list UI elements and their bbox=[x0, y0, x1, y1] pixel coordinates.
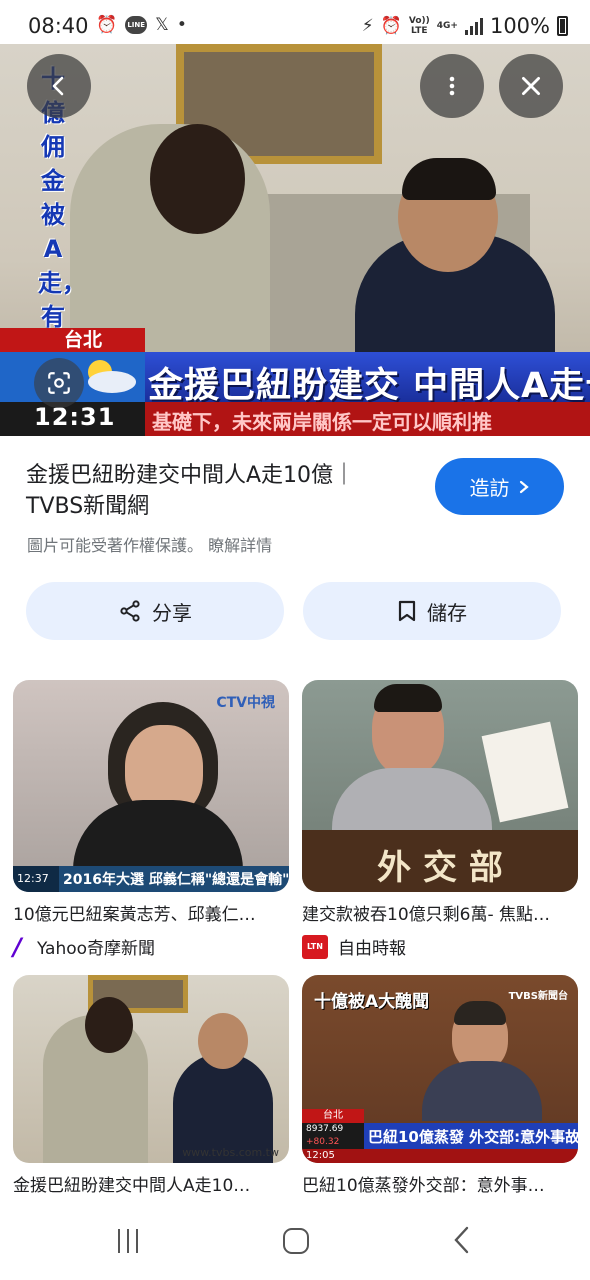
channel-watermark: TVBS新聞台 bbox=[508, 991, 568, 1002]
source-label: 自由時報 bbox=[338, 939, 406, 959]
lens-icon bbox=[48, 372, 70, 394]
share-icon bbox=[120, 600, 140, 622]
watermark: www.tvbs.com.tw bbox=[182, 1146, 279, 1159]
bookmark-icon bbox=[398, 600, 416, 622]
person-hair bbox=[454, 1001, 506, 1025]
visit-label: 造訪 bbox=[469, 476, 510, 500]
volte-indicator: Vo)) LTE bbox=[409, 16, 430, 36]
related-card-1[interactable]: CTV中視 12:37 2016年大選 邱義仁稱"總還是會輸" 10億元巴紐案黃… bbox=[13, 680, 289, 959]
index-box: 8937.69 +80.32 bbox=[302, 1123, 364, 1149]
document-paper bbox=[481, 721, 569, 823]
close-button[interactable] bbox=[499, 54, 563, 118]
share-button[interactable]: 分享 bbox=[26, 582, 284, 640]
person-right-head bbox=[198, 1013, 248, 1069]
recent-bar-1 bbox=[118, 1229, 120, 1253]
podium-sign: 外 交 部 bbox=[377, 848, 503, 888]
status-right-icons: ⚡ ⏰ Vo)) LTE 4G+ 100% bbox=[362, 14, 568, 38]
caption-bar: 12:37 2016年大選 邱義仁稱"總還是會輸" bbox=[13, 866, 289, 892]
related-card-4[interactable]: 十億被A大醜聞 TVBS新聞台 台北 8937.69 +80.32 巴紐10億蒸… bbox=[302, 975, 578, 1196]
podium: 外 交 部 bbox=[302, 830, 578, 892]
related-card-4-title[interactable]: 巴紐10億蒸發外交部：意外事… bbox=[302, 1171, 572, 1196]
alarm-icon-right: ⏰ bbox=[380, 16, 402, 36]
battery-percent: 100% bbox=[489, 14, 550, 38]
battery-icon bbox=[557, 16, 568, 36]
battery-saver-icon: ⚡ bbox=[361, 16, 374, 36]
share-label: 分享 bbox=[152, 600, 192, 625]
copyright-notice: 圖片可能受著作權保護。 瞭解詳情 bbox=[27, 532, 272, 556]
caption: 2016年大選 邱義仁稱"總還是會輸" bbox=[63, 872, 289, 888]
more-options-button[interactable] bbox=[420, 54, 484, 118]
back-button[interactable] bbox=[27, 54, 91, 118]
ticker-bar: 12:05 bbox=[302, 1149, 578, 1163]
related-card-2-title[interactable]: 建交款被吞10億只剩6萬- 焦點… bbox=[302, 900, 572, 925]
related-card-1-image[interactable]: CTV中視 12:37 2016年大選 邱義仁稱"總還是會輸" bbox=[13, 680, 289, 892]
copyright-text: 圖片可能受著作權保護。 bbox=[27, 536, 204, 555]
ltn-icon: LTN bbox=[302, 934, 328, 959]
clock: 12:37 bbox=[17, 872, 49, 885]
alarm-icon: ⏰ bbox=[96, 15, 118, 35]
related-card-3[interactable]: www.tvbs.com.tw 金援巴紐盼建交中間人A走10… bbox=[13, 975, 289, 1196]
related-card-2-source: LTN 自由時報 bbox=[302, 934, 578, 959]
yahoo-icon: / bbox=[13, 932, 22, 961]
home-button[interactable] bbox=[283, 1228, 309, 1254]
news-banner: 台北 8937.69 +80.32 巴紐10億蒸發 外交部:意外事故 12:05 bbox=[302, 1109, 578, 1163]
recent-bar-3 bbox=[136, 1229, 138, 1253]
save-button[interactable]: 儲存 bbox=[303, 582, 561, 640]
hero-clock: 12:31 bbox=[34, 403, 116, 431]
related-card-3-image[interactable]: www.tvbs.com.tw bbox=[13, 975, 289, 1163]
related-card-1-title[interactable]: 10億元巴紐案黃志芳、邱義仁… bbox=[13, 900, 283, 925]
person-hair bbox=[374, 684, 442, 712]
close-icon bbox=[522, 77, 540, 95]
location-tag: 台北 bbox=[302, 1109, 364, 1123]
related-card-3-title[interactable]: 金援巴紐盼建交中間人A走10… bbox=[13, 1171, 283, 1196]
chevron-right-icon bbox=[519, 480, 529, 493]
clock: 12:05 bbox=[306, 1150, 335, 1161]
channel-watermark: CTV中視 bbox=[216, 695, 275, 711]
index-value: 8937.69 bbox=[306, 1124, 344, 1134]
headline: 巴紐10億蒸發 外交部:意外事故 bbox=[368, 1128, 578, 1146]
more-vertical-icon bbox=[449, 76, 455, 96]
hero-ticker: 基礎下，未來兩岸關係一定可以順利推 bbox=[152, 410, 492, 434]
status-left-icons: ⏰ LINE 𝕏 • bbox=[96, 16, 187, 34]
recent-bar-2 bbox=[127, 1229, 129, 1253]
recent-apps-button[interactable] bbox=[118, 1229, 138, 1253]
system-nav-bar bbox=[0, 1205, 590, 1280]
network-4g-indicator: 4G+ bbox=[436, 21, 458, 31]
headline-bar: 巴紐10億蒸發 外交部:意外事故 bbox=[364, 1123, 578, 1149]
person-left-head bbox=[85, 997, 133, 1053]
related-card-2[interactable]: 外 交 部 建交款被吞10億只剩6萬- 焦點… LTN 自由時報 bbox=[302, 680, 578, 959]
x-app-icon: 𝕏 bbox=[155, 15, 169, 35]
status-bar: 08:40 ⏰ LINE 𝕏 • ⚡ ⏰ Vo)) LTE 4G+ 100% bbox=[0, 0, 590, 48]
notification-dot-icon: • bbox=[176, 15, 187, 35]
nav-back-button[interactable] bbox=[452, 1225, 472, 1259]
related-card-2-image[interactable]: 外 交 部 bbox=[302, 680, 578, 892]
lens-search-button[interactable] bbox=[34, 358, 84, 408]
hero-person-right-hair bbox=[402, 158, 496, 200]
source-label: Yahoo奇摩新聞 bbox=[37, 939, 156, 959]
related-card-4-image[interactable]: 十億被A大醜聞 TVBS新聞台 台北 8937.69 +80.32 巴紐10億蒸… bbox=[302, 975, 578, 1163]
learn-more-link[interactable]: 瞭解詳情 bbox=[208, 536, 272, 555]
chevron-left-icon bbox=[454, 1226, 469, 1254]
hero-image[interactable]: 十億佣金被A走，有沒 台北 金援巴紐盼建交 中間人A走十億 12:31 基礎下，… bbox=[0, 44, 590, 436]
hero-location-bar: 台北 bbox=[0, 328, 590, 352]
result-title-block: 金援巴紐盼建交中間人A走10億｜TVBS新聞網 bbox=[26, 460, 406, 522]
related-card-1-source: / Yahoo奇摩新聞 bbox=[13, 932, 289, 961]
hero-location-tag: 台北 bbox=[64, 329, 103, 351]
hero-ticker-bar: 12:31 基礎下，未來兩岸關係一定可以順利推 bbox=[0, 402, 590, 436]
hero-headline: 金援巴紐盼建交 中間人A走十億 bbox=[148, 366, 590, 406]
hero-person-left-head bbox=[150, 124, 245, 234]
result-title[interactable]: 金援巴紐盼建交中間人A走10億｜TVBS新聞網 bbox=[26, 460, 406, 522]
volte-top: Vo)) bbox=[408, 16, 430, 26]
index-change: +80.32 bbox=[306, 1137, 340, 1147]
save-label: 儲存 bbox=[427, 600, 467, 625]
status-time: 08:40 bbox=[28, 14, 89, 38]
visit-button[interactable]: 造訪 bbox=[435, 458, 564, 515]
arrow-left-icon bbox=[52, 76, 64, 96]
signal-icon bbox=[464, 17, 483, 35]
line-app-icon: LINE bbox=[125, 16, 148, 34]
volte-bottom: LTE bbox=[411, 26, 428, 36]
top-label: 十億被A大醜聞 bbox=[314, 992, 430, 1012]
